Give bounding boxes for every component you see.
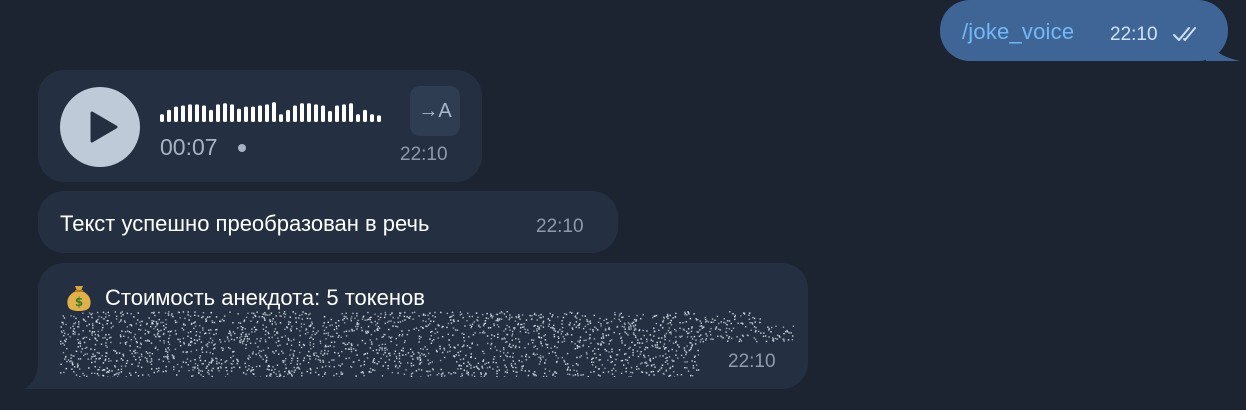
waveform-bar bbox=[370, 114, 374, 122]
waveform-bar bbox=[356, 114, 360, 122]
bubble-tail bbox=[1206, 37, 1246, 61]
waveform-bar bbox=[202, 105, 206, 122]
waveform-bar bbox=[377, 115, 381, 122]
waveform-bar bbox=[314, 104, 318, 122]
waveform-bar bbox=[342, 104, 346, 122]
waveform-bar bbox=[209, 109, 213, 122]
svg-text:$: $ bbox=[75, 295, 83, 309]
waveform-bar bbox=[321, 105, 325, 122]
waveform-bar bbox=[230, 104, 234, 122]
money-bag-icon: $ bbox=[67, 286, 91, 311]
voice-waveform[interactable] bbox=[160, 98, 390, 122]
play-icon bbox=[90, 111, 118, 143]
waveform-bar bbox=[167, 109, 171, 122]
waveform-bar bbox=[237, 108, 241, 122]
waveform-bar bbox=[188, 104, 192, 122]
outgoing-message[interactable]: /joke_voice 22:10 bbox=[940, 0, 1240, 61]
play-button[interactable] bbox=[60, 87, 140, 167]
waveform-bar bbox=[335, 105, 339, 122]
message-time: 22:10 bbox=[1110, 24, 1158, 45]
spoiler-content[interactable] bbox=[60, 311, 794, 377]
voice-duration: 00:07 bbox=[160, 134, 218, 160]
unread-dot bbox=[238, 144, 246, 152]
waveform-bar bbox=[272, 102, 276, 122]
waveform-bar bbox=[258, 105, 262, 122]
waveform-bar bbox=[328, 111, 332, 122]
waveform-bar bbox=[251, 106, 255, 122]
chat-area: /joke_voice 22:10 00:07 →A 22:10 Текст у… bbox=[0, 0, 1246, 410]
command-link[interactable]: /joke_voice bbox=[962, 19, 1074, 45]
double-check-icon bbox=[1173, 27, 1196, 41]
waveform-bar bbox=[265, 104, 269, 122]
waveform-bar bbox=[174, 106, 178, 122]
message-time: 22:10 bbox=[536, 216, 584, 237]
waveform-bar bbox=[286, 109, 290, 122]
waveform-bar bbox=[349, 103, 353, 122]
message-text: Стоимость анекдота: 5 токенов bbox=[105, 285, 425, 310]
waveform-bar bbox=[244, 106, 248, 122]
waveform-bar bbox=[181, 105, 185, 122]
waveform-bar bbox=[216, 104, 220, 122]
waveform-bar bbox=[223, 103, 227, 122]
waveform-bar bbox=[160, 114, 164, 122]
transcribe-button[interactable]: →A bbox=[410, 86, 460, 136]
waveform-bar bbox=[195, 104, 199, 122]
waveform-bar bbox=[363, 109, 367, 122]
waveform-bar bbox=[293, 105, 297, 122]
message-time: 22:10 bbox=[728, 351, 776, 372]
message-time: 22:10 bbox=[400, 144, 448, 165]
text-message: Текст успешно преобразован в речь 22:10 bbox=[38, 191, 618, 253]
bubble-tail bbox=[24, 365, 48, 389]
waveform-bar bbox=[279, 114, 283, 122]
waveform-bar bbox=[300, 103, 304, 122]
waveform-bar bbox=[307, 103, 311, 122]
voice-message: 00:07 →A 22:10 bbox=[38, 70, 482, 182]
cost-message: $ Стоимость анекдота: 5 токенов 22:10 bbox=[24, 263, 808, 389]
message-text: Текст успешно преобразован в речь bbox=[60, 211, 430, 236]
